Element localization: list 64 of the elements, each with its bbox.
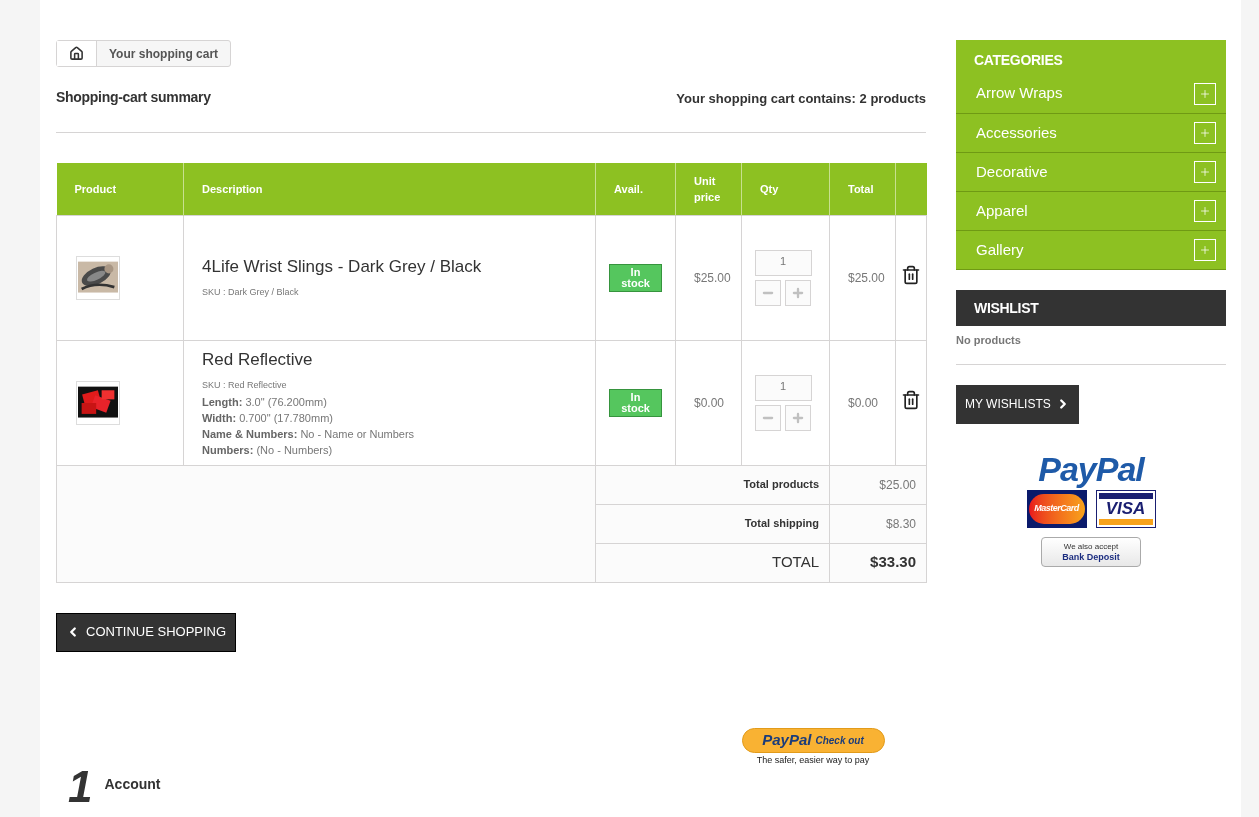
column-header: Avail. <box>595 163 676 215</box>
my-wishlists-button[interactable]: MY WISHLISTS <box>956 384 1079 424</box>
plus-icon <box>1199 127 1211 139</box>
continue-shopping-button[interactable]: CONTINUE SHOPPING <box>56 612 237 652</box>
quantity-field[interactable]: 1 <box>754 249 812 276</box>
product-attribute: Length: 3.0" (76.200mm) <box>202 395 328 410</box>
block-title: WISHLIST <box>956 290 1226 326</box>
bank-deposit-badge: We also accept Bank Deposit <box>1041 536 1141 567</box>
expand-toggle[interactable] <box>1194 200 1216 222</box>
plus-icon <box>1199 205 1211 217</box>
line-total: $25.00 <box>829 215 896 340</box>
totals-label: Total products <box>595 465 830 504</box>
increase-button[interactable] <box>785 404 811 431</box>
expand-toggle[interactable] <box>1194 122 1216 144</box>
mastercard-logo: MasterCard <box>1026 489 1087 528</box>
product-sku: SKU : Dark Grey / Black <box>202 285 300 299</box>
plus-icon <box>1199 166 1211 178</box>
product-name[interactable]: Red Reflective <box>202 347 577 373</box>
paypal-logo: PayPal <box>1038 449 1144 488</box>
stock-label: In stock <box>609 388 662 417</box>
line-total: $0.00 <box>829 340 896 465</box>
totals-value: $25.00 <box>829 465 927 504</box>
expand-toggle[interactable] <box>1194 82 1216 105</box>
trash-icon <box>901 390 921 411</box>
delete-button[interactable] <box>901 265 921 286</box>
column-header: Total <box>829 163 896 215</box>
column-header: Product <box>56 163 184 215</box>
quantity-field[interactable]: 1 <box>754 374 812 401</box>
breadcrumb-item: Your shopping cart <box>108 45 220 63</box>
totals-value: $8.30 <box>829 504 927 543</box>
totals-label: TOTAL <box>595 543 830 582</box>
column-header: Unit price <box>675 163 742 215</box>
totals-label: Total shipping <box>595 504 830 543</box>
unit-price: $25.00 <box>675 215 742 340</box>
home-link[interactable] <box>57 41 97 66</box>
expand-toggle[interactable] <box>1194 239 1216 261</box>
product-attribute: Width: 0.700" (17.780mm) <box>202 411 334 426</box>
plus-icon <box>791 410 805 425</box>
section-title: Shopping-cart summary <box>56 88 211 107</box>
step-title: Account <box>104 775 161 794</box>
unit-price: $0.00 <box>675 340 742 465</box>
block-title: CATEGORIES <box>973 51 1064 70</box>
expand-toggle[interactable] <box>1194 161 1216 183</box>
decrease-button[interactable] <box>755 404 781 431</box>
increase-button[interactable] <box>785 279 811 306</box>
totals-value: $33.30 <box>829 543 927 582</box>
plus-icon <box>791 285 805 300</box>
plus-icon <box>1199 87 1211 100</box>
step-number: 1 <box>68 769 93 805</box>
decrease-button[interactable] <box>755 279 781 306</box>
home-icon <box>69 46 84 61</box>
trash-icon <box>901 265 921 286</box>
product-attribute: Name & Numbers: No - Name or Numbers <box>202 427 416 442</box>
visa-logo: VISA <box>1095 489 1156 528</box>
empty-wishlist-text: No products <box>956 332 1226 365</box>
stock-label: In stock <box>609 263 662 292</box>
product-name[interactable]: 4Life Wrist Slings - Dark Grey / Black <box>202 254 577 280</box>
product-sku: SKU : Red Reflective <box>202 378 288 392</box>
delete-button[interactable] <box>901 390 921 411</box>
column-header: Qty <box>741 163 830 215</box>
cart-count: Your shopping cart contains: 2 products <box>676 89 926 108</box>
product-attribute: Numbers: (No - Numbers) <box>202 443 334 458</box>
plus-icon <box>1199 244 1211 256</box>
column-header: Description <box>183 163 596 215</box>
